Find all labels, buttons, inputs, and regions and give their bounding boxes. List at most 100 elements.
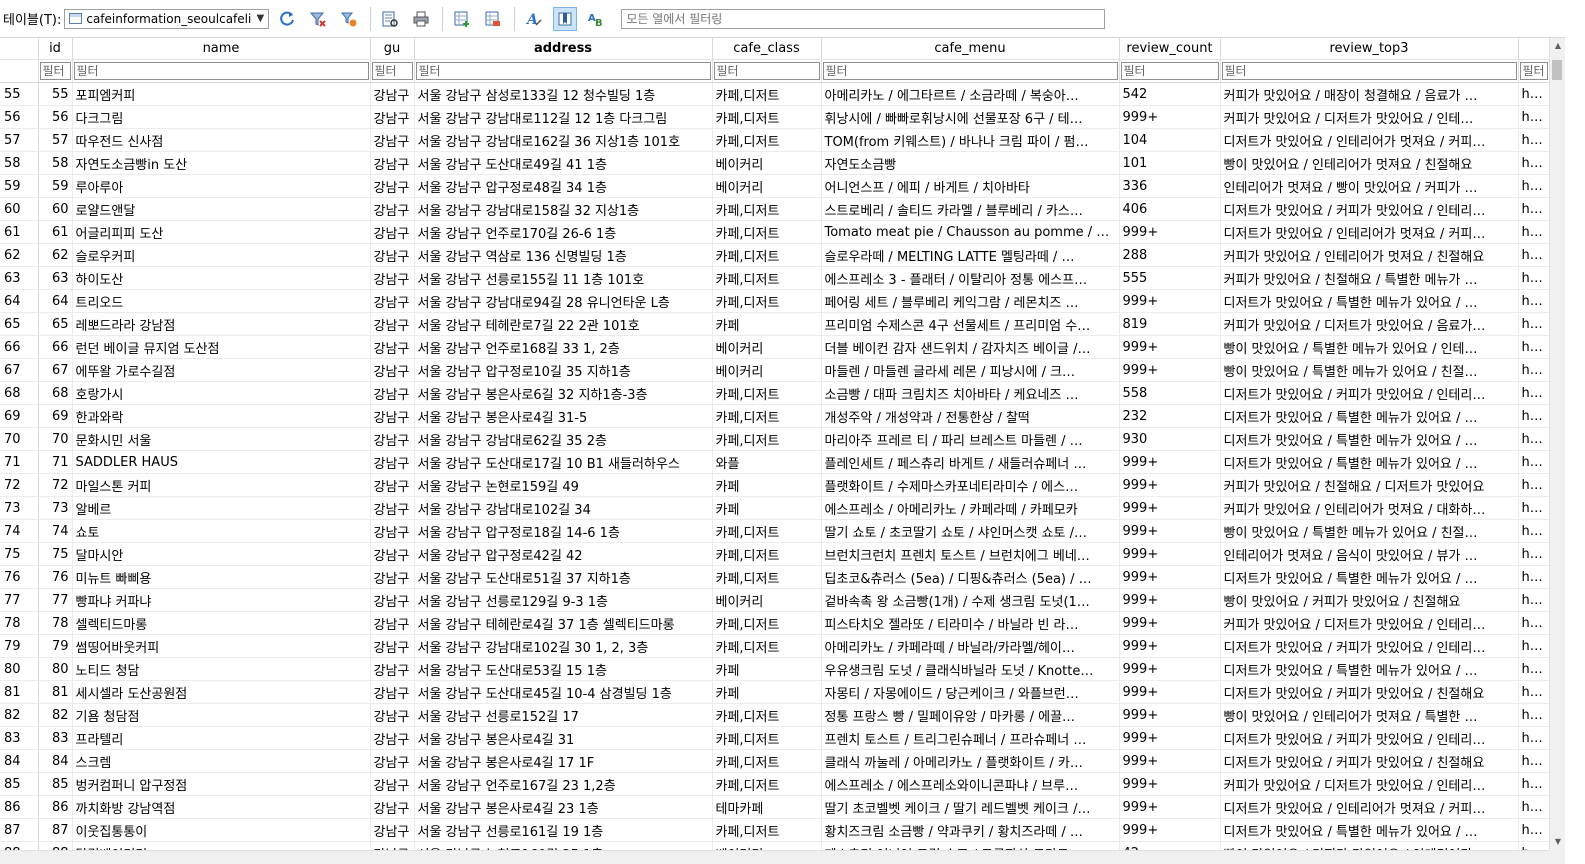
cell-url[interactable]: https	[1518, 749, 1549, 773]
cell-cafe-class[interactable]: 카페,디저트	[712, 128, 822, 152]
cell-review-count[interactable]: 288	[1119, 243, 1221, 267]
table-row[interactable]: 85 85 벙커컴퍼니 압구정점 강남구 서울 강남구 언주로167길 23 1,2층 카…	[0, 772, 1549, 796]
cell-cafe-class[interactable]: 테마카페	[712, 795, 822, 819]
cell-review-top3[interactable]: 디저트가 맛있어요 / 인테리어가 멋져요 / 커피…	[1220, 220, 1519, 244]
table-row[interactable]: 87 87 이웃집통통이 강남구 서울 강남구 선릉로161길 19 1층 카페,디저트 황…	[0, 818, 1549, 842]
cell-cafe-menu[interactable]: 자몽티 / 자몽에이드 / 당근케이크 / 와플브런…	[821, 680, 1120, 704]
cell-address[interactable]: 서울 강남구 도산대로49길 41 1층	[414, 151, 713, 175]
cell-review-top3[interactable]: 디저트가 맛있어요 / 특별한 메뉴가 있어요 / …	[1220, 565, 1519, 589]
cell-name[interactable]: 셀렉티드마롱	[72, 611, 371, 635]
cell-gu[interactable]: 강남구	[370, 404, 415, 428]
cell-cafe-menu[interactable]: 프리미엄 수제스콘 4구 선물세트 / 프리미엄 수…	[821, 312, 1120, 336]
cell-cafe-class[interactable]: 카페	[712, 312, 822, 336]
cell-cafe-class[interactable]: 카페,디저트	[712, 381, 822, 405]
column-header-cafe-class[interactable]: cafe_class	[712, 38, 822, 60]
cell-review-top3[interactable]: 빵이 맛있어요 / 인테리어가 멋져요 / 특별한 …	[1220, 703, 1519, 727]
cell-id[interactable]: 67	[38, 358, 73, 382]
row-number[interactable]: 85	[0, 772, 39, 796]
cell-cafe-menu[interactable]: 프렌치 토스트 / 트리그린슈페너 / 프라슈페너 …	[821, 726, 1120, 750]
cell-review-count[interactable]: 999+	[1119, 542, 1221, 566]
row-number[interactable]: 77	[0, 588, 39, 612]
cell-url[interactable]: https	[1518, 703, 1549, 727]
table-row[interactable]: 59 59 루아루아 강남구 서울 강남구 압구정로48길 34 1층 베이커리 어니언스프…	[0, 174, 1549, 198]
cell-review-count[interactable]: 999+	[1119, 105, 1221, 129]
cell-review-count[interactable]: 999+	[1119, 358, 1221, 382]
cell-cafe-class[interactable]: 베이커리	[712, 588, 822, 612]
table-row[interactable]: 62 62 슬로우커피 강남구 서울 강남구 역삼로 136 신명빌딩 1층 카페,디저트…	[0, 243, 1549, 267]
row-number[interactable]: 58	[0, 151, 39, 175]
cell-gu[interactable]: 강남구	[370, 427, 415, 451]
cell-cafe-menu[interactable]: 에스프레소 3 - 플래터 / 이탈리아 정통 에스프…	[821, 266, 1120, 290]
global-filter-input[interactable]	[621, 8, 1106, 29]
cell-name[interactable]: 따우전드 신사점	[72, 128, 371, 152]
cell-cafe-class[interactable]: 와플	[712, 450, 822, 474]
cell-cafe-class[interactable]: 카페,디저트	[712, 634, 822, 658]
cell-address[interactable]: 서울 강남구 봉은사로4길 31	[414, 726, 713, 750]
column-filter-id[interactable]: 필터	[39, 62, 71, 80]
cell-gu[interactable]: 강남구	[370, 611, 415, 635]
table-row[interactable]: 74 74 쇼토 강남구 서울 강남구 압구정로18길 14-6 1층 카페,디저트 딸기 …	[0, 519, 1549, 543]
cell-id[interactable]: 63	[38, 266, 73, 290]
cell-gu[interactable]: 강남구	[370, 680, 415, 704]
cell-cafe-menu[interactable]: 휘낭시에 / 빠빠로휘낭시에 선물포장 6구 / 테…	[821, 105, 1120, 129]
cell-name[interactable]: 알베르	[72, 496, 371, 520]
table-row[interactable]: 67 67 에뚜왈 가로수길점 강남구 서울 강남구 압구정로10길 35 지하1층 베이…	[0, 358, 1549, 382]
table-row[interactable]: 55 55 포피엠커피 강남구 서울 강남구 삼성로133길 12 청수빌딩 1층 카페,…	[0, 82, 1549, 106]
cell-review-count[interactable]: 999+	[1119, 703, 1221, 727]
cell-review-count[interactable]: 999+	[1119, 726, 1221, 750]
row-number[interactable]: 73	[0, 496, 39, 520]
cell-review-top3[interactable]: 커피가 맛있어요 / 디저트가 맛있어요 / 음료가…	[1220, 312, 1519, 336]
cell-id[interactable]: 75	[38, 542, 73, 566]
cell-name[interactable]: 이웃집통통이	[72, 818, 371, 842]
column-filter-review-count[interactable]: 필터	[1120, 62, 1219, 80]
cell-cafe-menu[interactable]: Tomato meat pie / Chausson au pomme / …	[821, 220, 1120, 244]
cell-review-top3[interactable]: 빵이 맛있어요 / 특별한 메뉴가 있어요 / 친절…	[1220, 358, 1519, 382]
cell-review-count[interactable]: 336	[1119, 174, 1221, 198]
cell-id[interactable]: 71	[38, 450, 73, 474]
cell-id[interactable]: 65	[38, 312, 73, 336]
cell-address[interactable]: 서울 강남구 봉은사로4길 17 1F	[414, 749, 713, 773]
table-row[interactable]: 81 81 세시셀라 도산공원점 강남구 서울 강남구 도산대로45길 10-4 삼경빌…	[0, 680, 1549, 704]
cell-review-count[interactable]: 999+	[1119, 818, 1221, 842]
row-number[interactable]: 86	[0, 795, 39, 819]
save-filter-button[interactable]	[337, 7, 361, 31]
cell-id[interactable]: 73	[38, 496, 73, 520]
cell-id[interactable]: 80	[38, 657, 73, 681]
cell-cafe-class[interactable]: 카페,디저트	[712, 404, 822, 428]
cell-id[interactable]: 87	[38, 818, 73, 842]
cell-cafe-menu[interactable]: 슬로우라떼 / MELTING LATTE 멜팅라떼 / …	[821, 243, 1120, 267]
row-number[interactable]: 55	[0, 82, 39, 106]
table-row[interactable]: 86 86 까치화방 강남역점 강남구 서울 강남구 봉은사로4길 23 1층 테마카페 딸…	[0, 795, 1549, 819]
cell-cafe-menu[interactable]: 자연도소금빵	[821, 151, 1120, 175]
cell-name[interactable]: 호랑가시	[72, 381, 371, 405]
cell-url[interactable]: https	[1518, 335, 1549, 359]
scrollbar-thumb[interactable]	[1552, 60, 1562, 80]
cell-cafe-class[interactable]: 카페	[712, 473, 822, 497]
cell-id[interactable]: 77	[38, 588, 73, 612]
cell-id[interactable]: 81	[38, 680, 73, 704]
cell-review-top3[interactable]: 빵이 맛있어요 / 커피가 맛있어요 / 친절해요	[1220, 588, 1519, 612]
cell-url[interactable]: https	[1518, 404, 1549, 428]
cell-name[interactable]: 프라텔리	[72, 726, 371, 750]
cell-cafe-class[interactable]: 카페,디저트	[712, 105, 822, 129]
cell-cafe-menu[interactable]: 플레인세트 / 페스츄리 바게트 / 새들러슈페너 …	[821, 450, 1120, 474]
cell-cafe-class[interactable]: 카페	[712, 657, 822, 681]
cell-gu[interactable]: 강남구	[370, 634, 415, 658]
cell-name[interactable]: 기욤 청담점	[72, 703, 371, 727]
cell-url[interactable]: https	[1518, 565, 1549, 589]
column-header-name[interactable]: name	[72, 38, 371, 60]
table-row[interactable]: 63 63 하이도산 강남구 서울 강남구 선릉로155길 11 1층 101호 카페,디…	[0, 266, 1549, 290]
row-number[interactable]: 75	[0, 542, 39, 566]
cell-url[interactable]: https	[1518, 450, 1549, 474]
cell-id[interactable]: 58	[38, 151, 73, 175]
cell-review-count[interactable]: 542	[1119, 82, 1221, 106]
cell-address[interactable]: 서울 강남구 도산대로51길 37 지하1층	[414, 565, 713, 589]
cell-review-count[interactable]: 999+	[1119, 289, 1221, 313]
column-header-cafe-menu[interactable]: cafe_menu	[821, 38, 1120, 60]
row-number[interactable]: 76	[0, 565, 39, 589]
cell-name[interactable]: 미뉴트 빠삐용	[72, 565, 371, 589]
cell-review-count[interactable]: 999+	[1119, 519, 1221, 543]
cell-review-count[interactable]: 999+	[1119, 450, 1221, 474]
cell-cafe-class[interactable]: 베이커리	[712, 841, 822, 850]
table-row[interactable]: 71 71 SADDLER HAUS 강남구 서울 강남구 도산대로17길 10 B1 …	[0, 450, 1549, 474]
